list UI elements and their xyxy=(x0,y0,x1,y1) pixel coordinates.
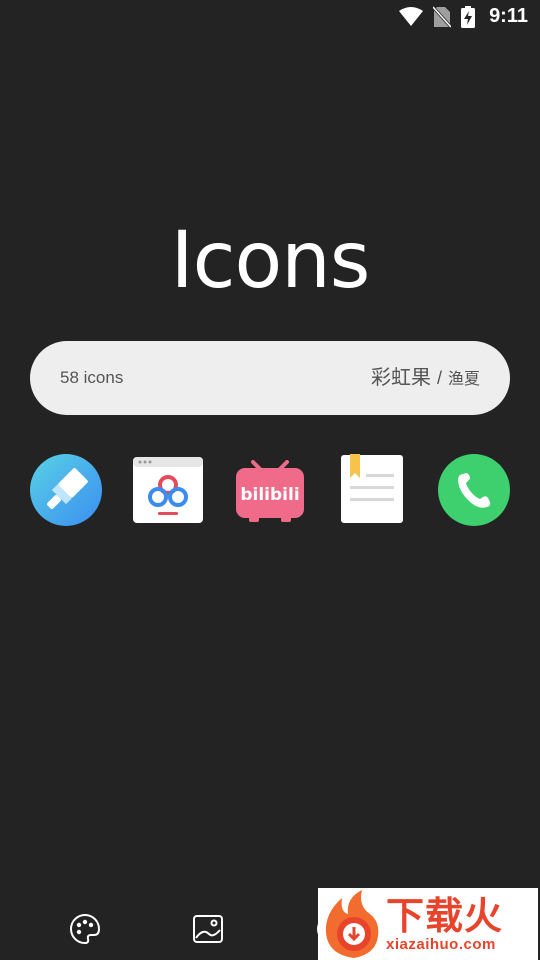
credits: 彩虹果 / 渔夏 xyxy=(371,341,480,417)
eraser-app-icon[interactable] xyxy=(30,454,102,526)
flame-logo-icon xyxy=(325,890,379,958)
watermark-url: xiazaihuo.com xyxy=(386,936,496,953)
wallpaper-icon[interactable] xyxy=(191,912,225,946)
wifi-icon xyxy=(399,6,424,27)
page-title: Icons xyxy=(170,216,371,306)
battery-charging-icon xyxy=(461,5,476,28)
icon-preview-row: bilibili xyxy=(0,454,540,526)
notes-app-icon[interactable] xyxy=(340,454,412,526)
credit-separator: / xyxy=(436,368,442,388)
bilibili-icon[interactable]: bilibili xyxy=(235,454,307,526)
bilibili-logo-text: bilibili xyxy=(240,485,299,505)
credit-secondary: 渔夏 xyxy=(447,371,480,388)
icon-count: 58 icons xyxy=(60,368,124,387)
status-time: 9:11 xyxy=(489,5,528,27)
credit-primary: 彩虹果 xyxy=(370,367,431,389)
phone-app-icon[interactable] xyxy=(438,454,510,526)
palette-icon[interactable] xyxy=(68,912,102,946)
watermark-main-text: 下载火 xyxy=(386,894,504,938)
icon-pack-info-card: 58 icons 彩虹果 / 渔夏 xyxy=(30,341,510,415)
status-bar: 9:11 xyxy=(0,0,540,36)
no-sim-icon xyxy=(433,5,452,28)
baidu-netdisk-icon[interactable] xyxy=(133,454,205,526)
watermark-logo: 下载火 xiazaihuo.com xyxy=(318,888,538,960)
